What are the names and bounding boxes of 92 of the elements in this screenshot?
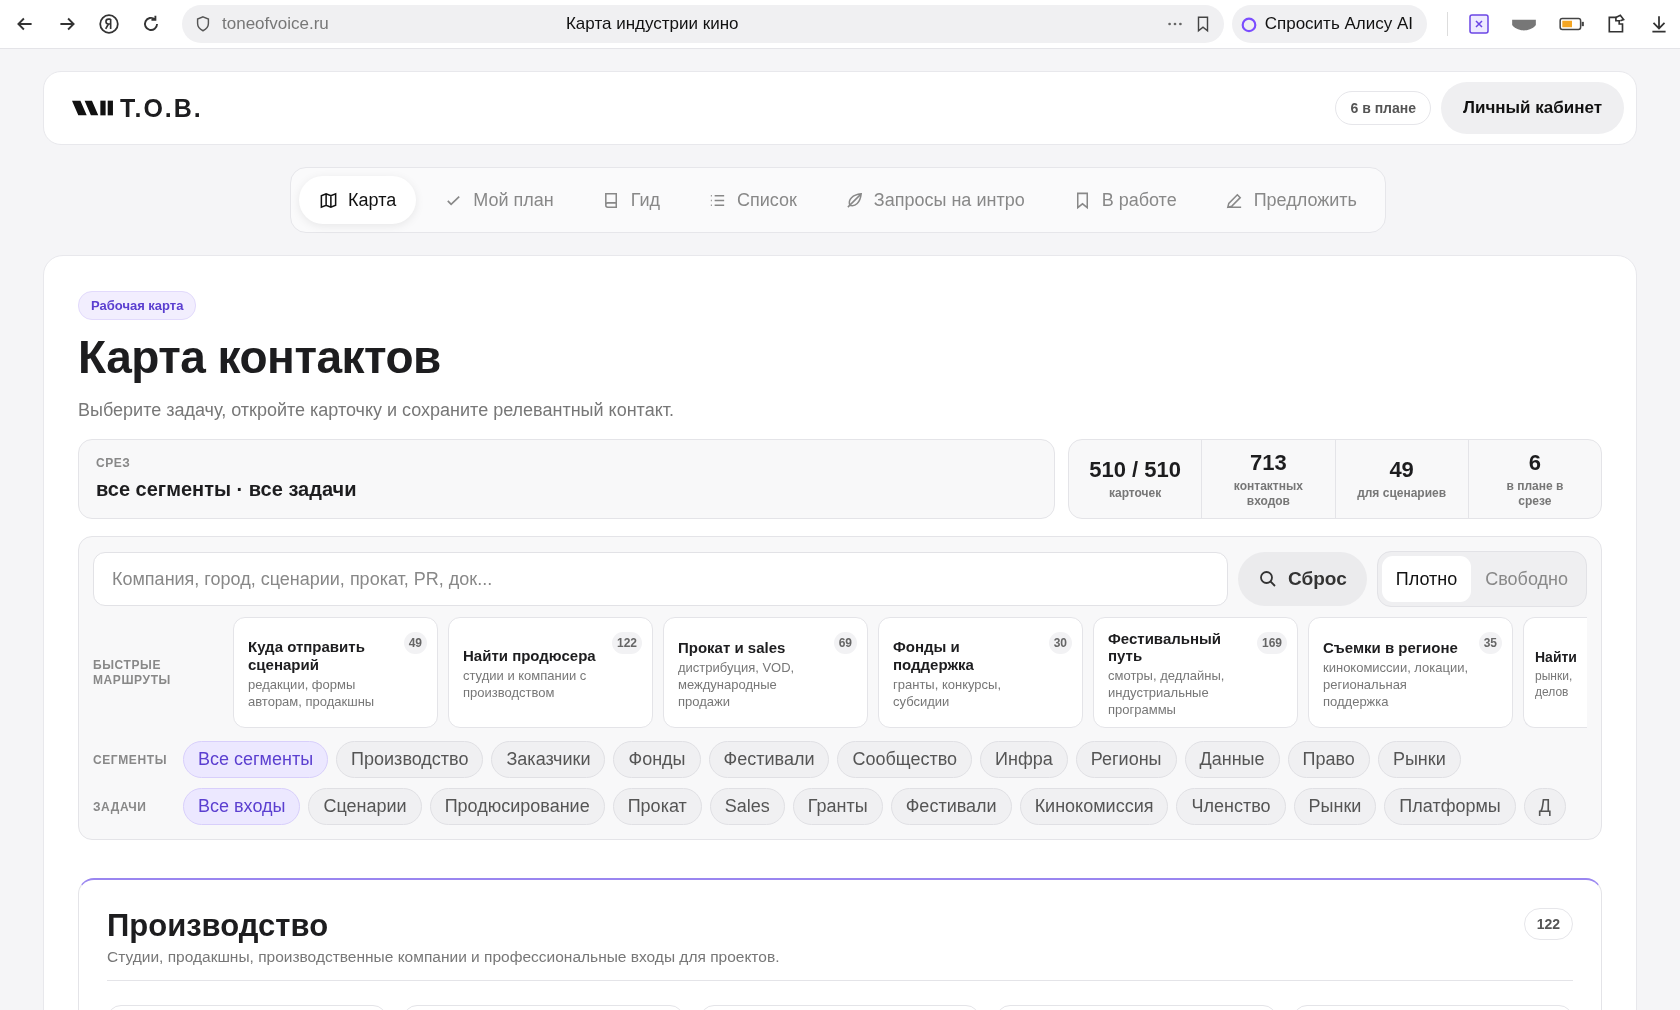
stat-label: контактных входов	[1232, 479, 1304, 508]
route-description: кинокомиссии, локации, региональная поддержка	[1323, 659, 1470, 711]
nav-tab[interactable]: Карта	[299, 176, 417, 224]
segment-chip[interactable]: Данные	[1184, 741, 1280, 778]
map-icon	[319, 190, 338, 210]
stat-value: 713	[1250, 450, 1287, 477]
stat-label: в плане в срезе	[1505, 479, 1565, 508]
task-chip[interactable]: Сценарии	[308, 788, 422, 825]
segments-label: СЕГМЕНТЫ	[93, 752, 169, 767]
url-text: toneofvoice.ru	[222, 14, 329, 34]
page-heading: Карта контактов	[78, 330, 442, 384]
segment-chip[interactable]: Фестивали	[708, 741, 830, 778]
assistant-icon	[1239, 15, 1258, 33]
route-description: редакции, формы авторам, продакшны	[248, 676, 376, 711]
route-title: Фонды и поддержка	[893, 638, 975, 673]
route-description: гранты, конкурсы, субсидии	[893, 676, 1003, 711]
page-title: Карта индустрии кино	[564, 14, 740, 34]
route-card[interactable]: Найти продюсера студии и компании с производством 122	[448, 617, 653, 728]
route-card[interactable]: Фонды и поддержка гранты, конкурсы, субсидии 30	[878, 617, 1083, 728]
stat-label: для сценариев	[1357, 486, 1447, 501]
segment-chip[interactable]: Регионы	[1075, 741, 1177, 778]
route-count: 169	[1256, 632, 1287, 654]
route-title: Фестивальный путь	[1108, 629, 1223, 665]
task-chip[interactable]: Д	[1523, 788, 1566, 825]
route-description: рынки, делов	[1535, 668, 1574, 701]
route-card[interactable]: Найти рынки, делов	[1523, 617, 1587, 728]
segment-chip[interactable]: Производство	[336, 741, 484, 778]
assistant-button[interactable]: Спросить Алису AI	[1231, 5, 1427, 43]
stat-value: 510 / 510	[1089, 457, 1181, 484]
segment-chip[interactable]: Заказчики	[491, 741, 606, 778]
route-title: Прокат и sales	[678, 638, 787, 656]
nav-tab[interactable]: В работе	[1052, 176, 1197, 224]
segment-chip[interactable]: Фонды	[613, 741, 701, 778]
route-count: 49	[403, 632, 427, 654]
route-title: Найти	[1535, 648, 1578, 665]
route-card[interactable]: Съемки в регионе кинокомиссии, локации, региональная поддержка 35	[1308, 617, 1513, 728]
section-heading: Производство	[107, 908, 330, 944]
route-card[interactable]: Прокат и sales дистрибуция, VOD, международные продажи 69	[663, 617, 868, 728]
route-description: студии и компании с производством	[463, 668, 588, 702]
density-option[interactable]: Плотно	[1381, 556, 1472, 602]
stat-value: 6	[1528, 450, 1541, 477]
route-count: 69	[833, 632, 857, 654]
route-title: Съемки в регионе	[1323, 638, 1459, 656]
task-chip[interactable]: Все входы	[183, 788, 301, 825]
nav-tab[interactable]: Предложить	[1204, 176, 1377, 224]
route-count: 30	[1048, 632, 1072, 654]
task-chip[interactable]: Рынки	[1293, 788, 1377, 825]
task-chip[interactable]: Sales	[709, 788, 785, 825]
route-card[interactable]: Куда отправить сценарий редакции, формы авторам, продакшны 49	[233, 617, 438, 728]
route-description: дистрибуция, VOD, международные продажи	[678, 659, 796, 711]
task-chip[interactable]: Продюсирование	[429, 788, 605, 825]
task-chip[interactable]: Гранты	[792, 788, 883, 825]
nav-tab[interactable]: Запросы на интро	[824, 176, 1045, 224]
account-button[interactable]: Личный кабинет	[1441, 82, 1624, 134]
logo-icon	[72, 98, 114, 118]
route-card[interactable]: Фестивальный путь смотры, дедлайны, индустриальные программы 169	[1093, 617, 1298, 728]
segment-chip[interactable]: Инфра	[980, 741, 1068, 778]
nav-tab[interactable]: Мой план	[424, 176, 574, 224]
nav-tab[interactable]: Список	[687, 176, 817, 224]
slice-label: СРЕЗ	[96, 456, 132, 470]
route-title: Куда отправить сценарий	[248, 638, 366, 673]
logo-text: Т.О.В.	[120, 93, 203, 123]
page-subtitle: Выберите задачу, откройте карточку и сохраните релевантный контакт.	[78, 400, 675, 421]
route-count: 35	[1478, 632, 1502, 654]
task-chip[interactable]: Платформы	[1384, 788, 1516, 825]
segment-chip[interactable]: Сообщество	[837, 741, 973, 778]
task-chip[interactable]: Кинокомиссия	[1019, 788, 1169, 825]
shield-icon	[194, 15, 212, 33]
route-title: Найти продюсера	[463, 647, 597, 665]
section-description: Студии, продакшны, производственные компании и профессиональные входы для проектов.	[107, 948, 780, 966]
route-description: смотры, дедлайны, индустриальные программы	[1108, 668, 1226, 720]
browser-logo-icon[interactable]	[98, 13, 120, 35]
segment-chip[interactable]: Все сегменты	[183, 741, 329, 778]
tasks-label: ЗАДАЧИ	[93, 799, 148, 814]
route-count: 122	[611, 632, 642, 654]
task-chip[interactable]: Прокат	[612, 788, 702, 825]
close-square-icon[interactable]	[1468, 13, 1490, 35]
slice-value: все сегменты · все задачи	[96, 478, 358, 501]
reset-button[interactable]: Сброс	[1238, 552, 1367, 606]
segment-chip[interactable]: Рынки	[1377, 741, 1461, 778]
address-bar[interactable]: toneofvoice.ru Карта индустрии кино	[182, 5, 1224, 43]
section-badge: Рабочая карта	[78, 291, 197, 320]
segment-chip[interactable]: Право	[1287, 741, 1370, 778]
leaf-icon	[844, 190, 864, 210]
task-chip[interactable]: Членство	[1176, 788, 1286, 825]
stat-value: 49	[1389, 457, 1414, 484]
extension-icon[interactable]	[1606, 13, 1628, 35]
routes-label: БЫСТРЫЕ МАРШРУТЫ	[93, 658, 172, 687]
task-chip[interactable]: Фестивали	[890, 788, 1012, 825]
search-field[interactable]: Компания, город, сценарии, прокат, PR, док...	[93, 552, 1229, 606]
nav-tab[interactable]: Гид	[581, 176, 680, 224]
stat-label: карточек	[1109, 486, 1162, 501]
